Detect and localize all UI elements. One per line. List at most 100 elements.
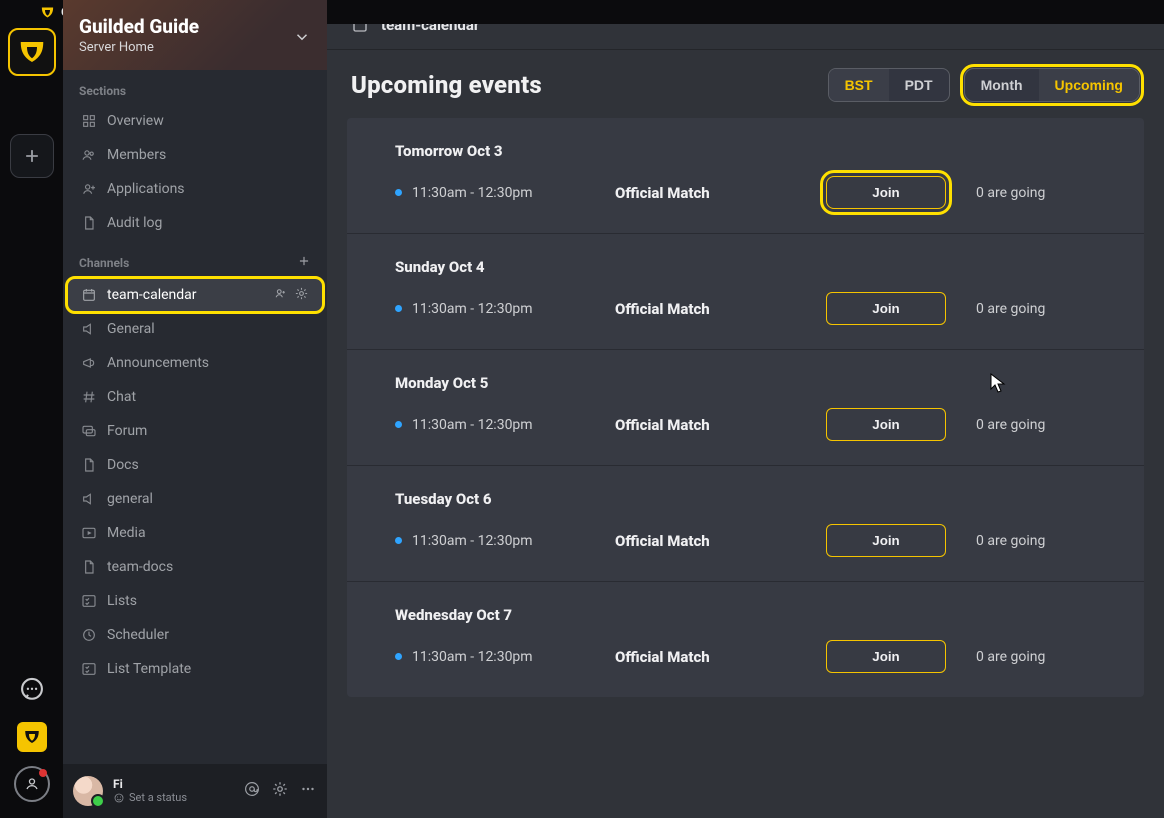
channel-item-scheduler[interactable]: Scheduler (67, 618, 323, 652)
event-color-dot-icon (395, 653, 402, 660)
event-going: 0 are going (976, 417, 1096, 433)
add-channel-button[interactable] (297, 254, 311, 272)
view-option-upcoming[interactable]: Upcoming (1039, 69, 1139, 101)
timezone-option-pdt[interactable]: PDT (889, 69, 949, 101)
join-button[interactable]: Join (826, 640, 946, 673)
event-row[interactable]: Sunday Oct 4 11:30am - 12:30pm Official … (347, 234, 1144, 350)
ellipsis-icon (299, 780, 317, 798)
discover-rail-icon[interactable] (14, 766, 50, 802)
event-date: Wednesday Oct 7 (395, 606, 1096, 624)
grid-icon (81, 113, 97, 129)
channel-item-label: team-calendar (107, 287, 197, 303)
section-item-audit-log[interactable]: Audit log (67, 206, 323, 240)
guilded-mini-icon (23, 728, 41, 746)
settings-button[interactable] (271, 780, 289, 802)
channel-item-general[interactable]: General (67, 312, 323, 346)
channel-item-forum[interactable]: Forum (67, 414, 323, 448)
event-time: 11:30am - 12:30pm (395, 533, 595, 549)
event-row[interactable]: Monday Oct 5 11:30am - 12:30pm Official … (347, 350, 1144, 466)
event-name: Official Match (615, 648, 796, 666)
event-date: Tomorrow Oct 3 (395, 142, 1096, 160)
channel-item-label: Docs (107, 457, 139, 473)
user-bar: Fi Set a status (63, 764, 327, 818)
messages-rail-icon[interactable] (14, 672, 50, 708)
doc-icon (81, 559, 97, 575)
channel-item-label: Announcements (107, 355, 209, 371)
channel-item-announcements[interactable]: Announcements (67, 346, 323, 380)
server-title: Guilded Guide (79, 15, 199, 38)
channel-item-label: Media (107, 525, 146, 541)
channel-settings-button[interactable] (294, 286, 309, 305)
event-time: 11:30am - 12:30pm (395, 649, 595, 665)
gear-icon (294, 286, 309, 301)
section-item-label: Members (107, 147, 166, 163)
channel-item-team-calendar[interactable]: team-calendar (67, 278, 323, 312)
event-color-dot-icon (395, 189, 402, 196)
doc-icon (81, 457, 97, 473)
channel-item-label: List Template (107, 661, 191, 677)
calendar-icon (81, 287, 97, 303)
channel-item-media[interactable]: Media (67, 516, 323, 550)
event-name: Official Match (615, 184, 796, 202)
server-rail (0, 0, 63, 818)
channel-item-label: Scheduler (107, 627, 169, 643)
chat-bubble-icon (18, 676, 46, 704)
sidebar: Guilded Guide Server Home Sections Overv… (63, 0, 327, 818)
channel-item-chat[interactable]: Chat (67, 380, 323, 414)
section-item-applications[interactable]: Applications (67, 172, 323, 206)
join-button[interactable]: Join (826, 176, 946, 209)
channel-item-label: General (107, 321, 155, 337)
event-color-dot-icon (395, 305, 402, 312)
join-button[interactable]: Join (826, 408, 946, 441)
gear-icon (271, 780, 289, 798)
at-icon (243, 780, 261, 798)
section-item-members[interactable]: Members (67, 138, 323, 172)
channel-item-label: Chat (107, 389, 136, 405)
channel-item-label: Lists (107, 593, 137, 609)
channel-item-docs[interactable]: Docs (67, 448, 323, 482)
server-header[interactable]: Guilded Guide Server Home (63, 0, 327, 70)
doc-icon (81, 215, 97, 231)
mentions-button[interactable] (243, 780, 261, 802)
users-icon (81, 147, 97, 163)
user-name: Fi (113, 778, 187, 791)
view-option-month[interactable]: Month (965, 69, 1039, 101)
event-row[interactable]: Wednesday Oct 7 11:30am - 12:30pm Offici… (347, 582, 1144, 697)
channel-item-general[interactable]: general (67, 482, 323, 516)
group-icon (22, 774, 42, 794)
event-name: Official Match (615, 532, 796, 550)
event-color-dot-icon (395, 421, 402, 428)
event-row[interactable]: Tomorrow Oct 3 11:30am - 12:30pm Officia… (347, 118, 1144, 234)
set-status-button[interactable]: Set a status (113, 792, 187, 804)
server-tile-active[interactable] (8, 28, 56, 76)
events-list: Tomorrow Oct 3 11:30am - 12:30pm Officia… (347, 118, 1144, 697)
event-date: Sunday Oct 4 (395, 258, 1096, 276)
notification-dot-icon (39, 769, 47, 777)
channel-item-lists[interactable]: Lists (67, 584, 323, 618)
join-button[interactable]: Join (826, 524, 946, 557)
channel-item-list-template[interactable]: List Template (67, 652, 323, 686)
view-toggle: MonthUpcoming (964, 68, 1140, 102)
section-item-label: Applications (107, 181, 185, 197)
add-server-button[interactable] (10, 134, 54, 178)
plus-icon (22, 146, 42, 166)
voice-icon (81, 491, 97, 507)
megaphone-icon (81, 355, 97, 371)
hash-icon (81, 389, 97, 405)
channel-item-label: general (107, 491, 153, 507)
more-button[interactable] (299, 780, 317, 802)
page-title: Upcoming events (351, 71, 542, 99)
timezone-option-bst[interactable]: BST (829, 69, 889, 101)
event-row[interactable]: Tuesday Oct 6 11:30am - 12:30pm Official… (347, 466, 1144, 582)
home-rail-icon[interactable] (17, 722, 47, 752)
cursor-icon (990, 373, 1006, 397)
section-item-overview[interactable]: Overview (67, 104, 323, 138)
event-time: 11:30am - 12:30pm (395, 185, 595, 201)
user-avatar[interactable] (73, 776, 103, 806)
join-button[interactable]: Join (826, 292, 946, 325)
user-plus-icon (81, 181, 97, 197)
guilded-logo-icon (40, 5, 55, 20)
channel-add-user-button[interactable] (273, 286, 288, 305)
channel-item-team-docs[interactable]: team-docs (67, 550, 323, 584)
section-item-label: Audit log (107, 215, 162, 231)
